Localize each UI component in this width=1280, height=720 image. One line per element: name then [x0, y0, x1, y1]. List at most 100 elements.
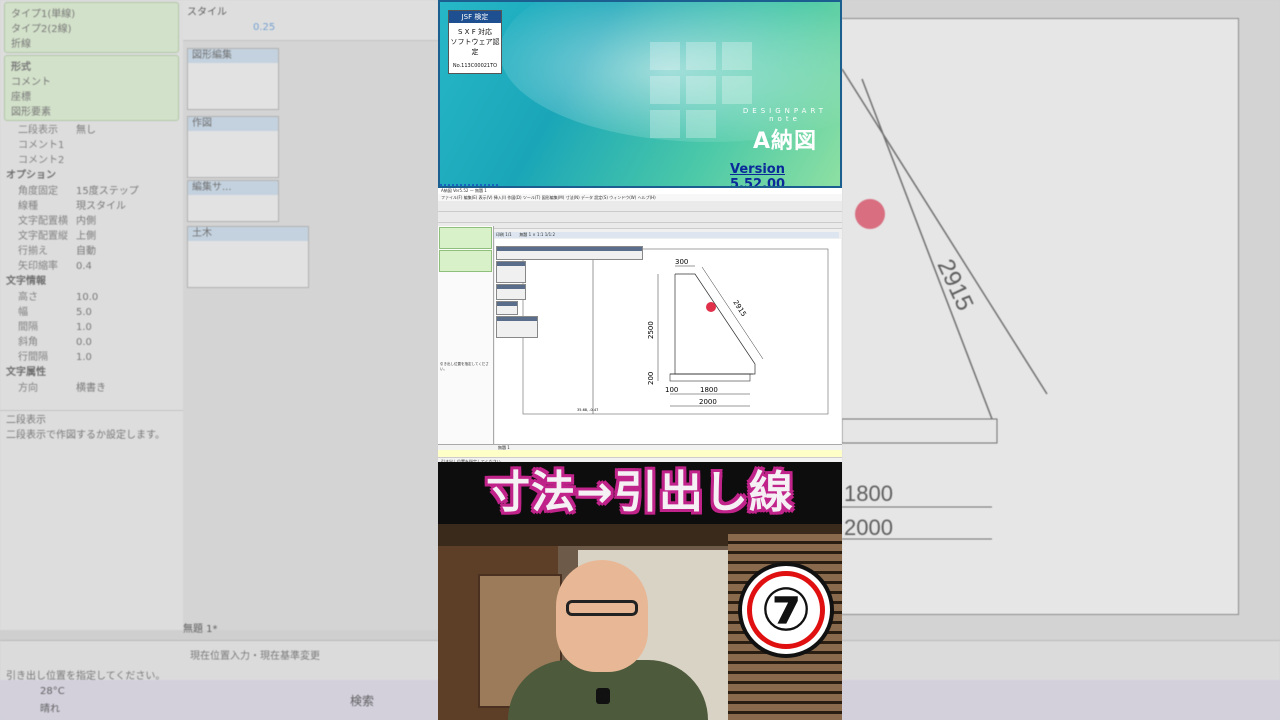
menu-file[interactable]: ファイル(F) — [441, 195, 462, 200]
cad-format-group[interactable] — [439, 250, 492, 272]
caption-banner: 寸法→引出し線 — [438, 462, 842, 524]
menu-help[interactable]: ヘルプ(H) — [638, 195, 656, 200]
format-group: 形式 コメント 座標 図形要素 — [4, 55, 179, 121]
format-comment-option[interactable]: コメント — [11, 73, 172, 88]
menu-view[interactable]: 表示(V) — [479, 195, 493, 200]
palette-civil[interactable]: 土木 — [187, 226, 309, 288]
menu-draw[interactable]: 作図(D) — [507, 195, 521, 200]
style-bar: スタイル 0.25 — [183, 0, 438, 41]
menu-dimension[interactable]: 寸法(N) — [566, 195, 580, 200]
drawing-paper: 2915 1800 2000 — [841, 18, 1239, 615]
palette-edit[interactable]: 図形編集 — [187, 48, 279, 110]
prop-row[interactable]: 線種 現スタイル — [0, 199, 183, 214]
weather-state: 晴れ — [40, 704, 60, 715]
style-label: スタイル — [187, 7, 227, 18]
splash-screen: JSF 検定 S X F 対応 ソフトウェア認定 No.113C00021TO … — [438, 0, 842, 188]
sheet-tab[interactable]: 無題 1* — [183, 620, 218, 635]
cad-civil-palette[interactable] — [496, 316, 538, 338]
options-header[interactable]: オプション — [0, 168, 183, 184]
dim-height: 2500 — [647, 321, 655, 339]
prop-row[interactable]: 方向 横書き — [0, 381, 183, 396]
weather-temp: 28°C — [40, 686, 65, 697]
dim-base: 200 — [647, 372, 655, 385]
help-title: 二段表示 — [6, 415, 46, 426]
cad-toolbar-2[interactable] — [438, 212, 842, 223]
anote-logo: DESIGNPART note A納図 — [742, 107, 828, 154]
polyline-option[interactable]: 折線 — [11, 35, 172, 50]
dim-top: 300 — [675, 258, 688, 266]
tab-print[interactable]: 印刷 1/1 — [494, 232, 512, 237]
prop-row[interactable]: 間隔 1.0 — [0, 320, 183, 335]
textinfo-header[interactable]: 文字情報 — [0, 274, 183, 290]
search-box[interactable]: 検索 — [350, 692, 374, 709]
line-width-value[interactable]: 0.25 — [253, 22, 275, 33]
episode-number: ⑦ — [747, 571, 825, 649]
cad-type-group[interactable] — [439, 227, 492, 249]
palette-area: スタイル 0.25 図形編集 作図 編集サ... 土木 無題 1* — [183, 0, 438, 635]
status-text: 現在位置入力・現在基準変更 — [190, 651, 320, 662]
type2-option[interactable]: タイプ2(2線) — [11, 20, 172, 35]
drawing-svg: 300 2500 2915 200 100 1800 2000 35.68, -… — [522, 248, 829, 415]
cad-support-palette[interactable] — [496, 301, 518, 315]
help-text: 二段表示で作図するか設定します。 — [6, 430, 165, 441]
presenter — [508, 560, 708, 720]
cad-help-text: 引き出し位置を指定してください。 — [440, 362, 489, 371]
prop-row[interactable]: 行揃え 自動 — [0, 244, 183, 259]
cad-status-input[interactable] — [438, 450, 842, 458]
cad-window: A納図 Ver5.52 — 無題 1 ファイル(F) 編集(E) 表示(V) 挿… — [438, 188, 842, 475]
format-coord-option[interactable]: 座標 — [11, 88, 172, 103]
prop-row[interactable]: 斜角 0.0 — [0, 335, 183, 350]
dim-total: 2000 — [699, 398, 717, 406]
prop-row[interactable]: 高さ 10.0 — [0, 290, 183, 305]
dim-offset: 100 — [665, 386, 678, 394]
prop-row[interactable]: 矢印縮率 0.4 — [0, 259, 183, 274]
prop-row[interactable]: 行間隔 1.0 — [0, 350, 183, 365]
prop-row[interactable]: コメント1 — [0, 138, 183, 153]
menu-settings[interactable]: 設定(S) — [594, 195, 608, 200]
palette-support[interactable]: 編集サ... — [187, 180, 279, 222]
menu-edit[interactable]: 編集(E) — [464, 195, 478, 200]
cad-style-palette[interactable] — [496, 246, 643, 260]
presenter-video: ⑦ — [438, 524, 842, 720]
menu-tools[interactable]: ツール(T) — [523, 195, 541, 200]
palette-draw[interactable]: 作図 — [187, 116, 279, 178]
prop-row[interactable]: 文字配置横 内側 — [0, 214, 183, 229]
glasses — [566, 600, 638, 616]
menu-insert[interactable]: 挿入(I) — [494, 195, 506, 200]
coord-readout: 35.68, -0.47 — [577, 408, 598, 412]
cad-toolbar[interactable] — [438, 201, 842, 212]
prop-row[interactable]: 文字配置縦 上側 — [0, 229, 183, 244]
menu-window[interactable]: ウィンドウ(W) — [609, 195, 636, 200]
sxf-cert-badge: JSF 検定 S X F 対応 ソフトウェア認定 No.113C00021TO — [448, 10, 502, 74]
dim-inner: 1800 — [700, 386, 718, 394]
cad-hint-bar — [438, 223, 842, 229]
property-panel: タイプ1(単線) タイプ2(2線) 折線 形式 コメント 座標 図形要素 二段表… — [0, 0, 184, 630]
drawing-area-zoom: 2915 1800 2000 — [841, 0, 1280, 640]
caption-text: 寸法→引出し線 — [486, 467, 794, 518]
prop-row[interactable]: 角度固定 15度ステップ — [0, 184, 183, 199]
prop-row[interactable]: 幅 5.0 — [0, 305, 183, 320]
prop-row[interactable]: 二段表示 無し — [0, 123, 183, 138]
format-header: 形式 — [11, 62, 31, 73]
presenter-head — [556, 560, 648, 672]
type1-option[interactable]: タイプ1(単線) — [11, 5, 172, 20]
cad-edit-palette[interactable] — [496, 261, 526, 283]
short-video-frame: JSF 検定 S X F 対応 ソフトウェア認定 No.113C00021TO … — [438, 0, 842, 720]
cad-draw-palette[interactable] — [496, 284, 526, 300]
cad-menubar: ファイル(F) 編集(E) 表示(V) 挿入(I) 作図(D) ツール(T) 図… — [438, 194, 842, 201]
menu-data[interactable]: データ — [581, 195, 593, 200]
menu-modify[interactable]: 図形編集(M) — [542, 195, 565, 200]
dim-1800: 1800 — [844, 481, 893, 506]
prop-row[interactable]: コメント2 — [0, 153, 183, 168]
dim-2000: 2000 — [844, 515, 893, 540]
attr-header[interactable]: 文字属性 — [0, 365, 183, 381]
cad-property-panel: 引き出し位置を指定してください。 — [438, 226, 494, 444]
lapel-mic — [596, 688, 610, 704]
tab-untitled[interactable]: 無題 1 × 1:1 1/1:2 — [513, 232, 555, 237]
type-group: タイプ1(単線) タイプ2(2線) 折線 — [4, 2, 179, 53]
dim-2915: 2915 — [932, 255, 979, 315]
zoom-drawing: 2915 1800 2000 — [841, 68, 1048, 540]
format-element-option[interactable]: 図形要素 — [11, 103, 172, 118]
cad-canvas[interactable]: 300 2500 2915 200 100 1800 2000 35.68, -… — [495, 239, 841, 444]
episode-number-badge: ⑦ — [738, 562, 834, 658]
